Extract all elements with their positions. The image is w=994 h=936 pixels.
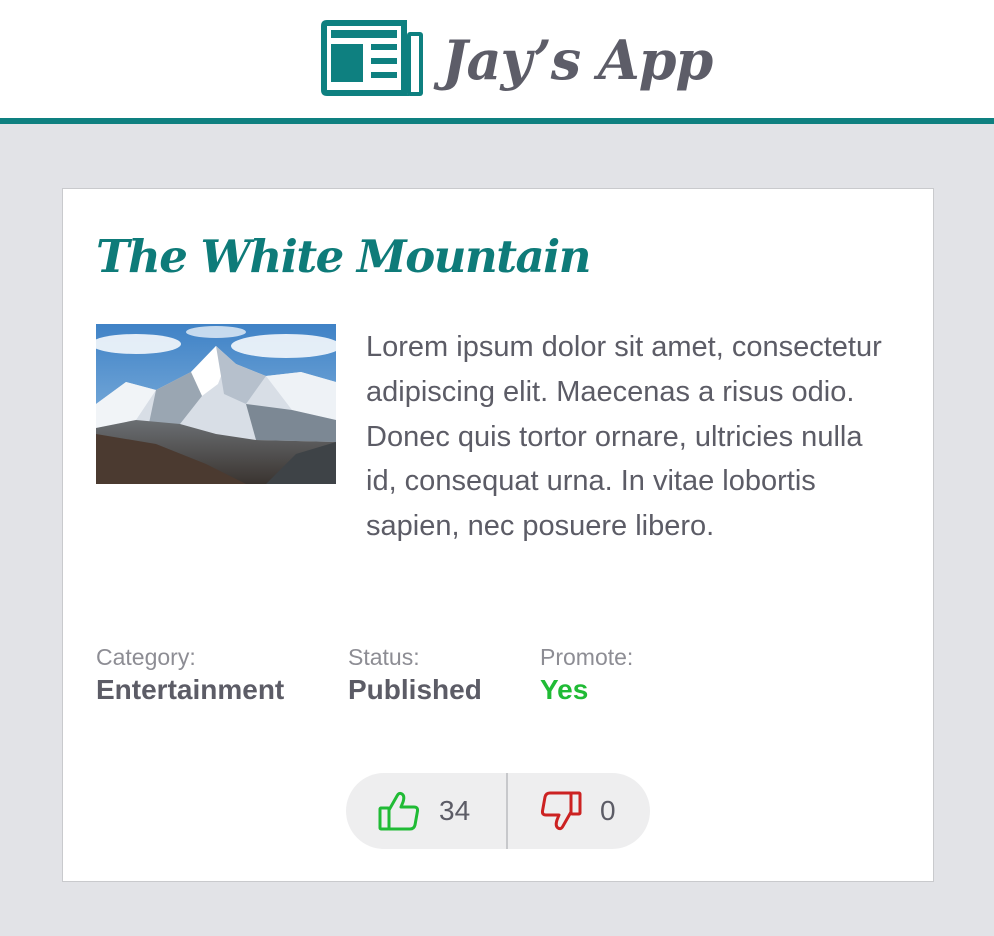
- article-title[interactable]: The White Mountain: [96, 225, 591, 289]
- article-body: Lorem ipsum dolor sit amet, consectetur …: [366, 331, 882, 543]
- downvote-button[interactable]: 0: [508, 773, 650, 849]
- thumbs-up-icon: [378, 790, 420, 832]
- app-title: Jay’s App: [442, 28, 713, 92]
- app-header: Jay’s App: [0, 0, 994, 124]
- promote-label: Promote:: [540, 644, 634, 670]
- upvote-count: 34: [439, 795, 471, 826]
- vote-controls: 34 0: [346, 773, 650, 849]
- promote-value: Yes: [540, 674, 589, 705]
- category-label: Category:: [96, 644, 196, 670]
- meta-status: Status: Published: [348, 643, 482, 709]
- downvote-count: 0: [600, 795, 616, 826]
- status-value: Published: [348, 674, 482, 705]
- meta-category: Category: Entertainment: [96, 643, 284, 709]
- status-label: Status:: [348, 644, 420, 670]
- upvote-button[interactable]: 34: [346, 773, 507, 849]
- category-value: Entertainment: [96, 674, 285, 705]
- meta-promote: Promote: Yes: [540, 643, 633, 709]
- newspaper-icon: [321, 20, 423, 96]
- article-image: [96, 324, 336, 484]
- article-card: The White Mountain Lorem ipsum dolor sit…: [62, 188, 934, 882]
- thumbs-down-icon: [540, 790, 582, 832]
